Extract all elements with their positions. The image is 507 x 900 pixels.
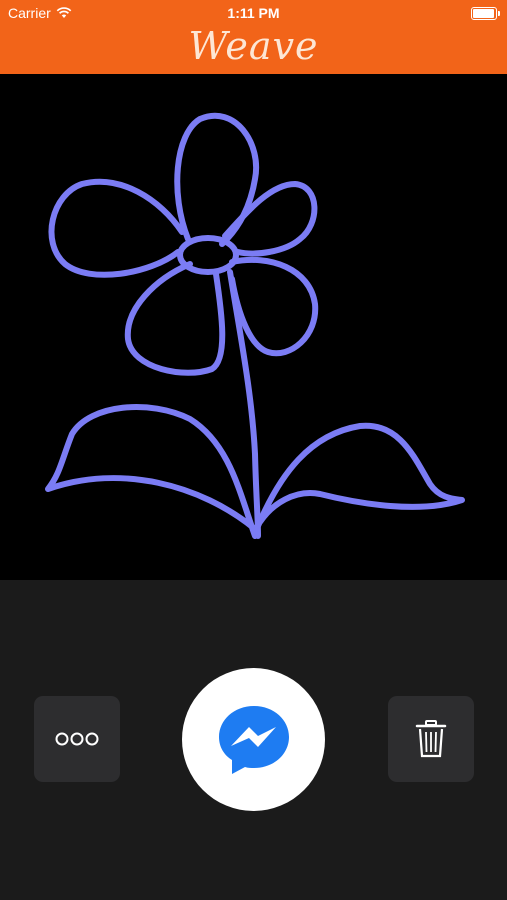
petal-stroke [229,256,319,357]
petal-stroke [124,261,226,376]
petal-stroke [222,181,318,257]
battery-icon [471,7,500,20]
more-dots-icon [55,732,99,746]
clock: 1:11 PM [227,5,280,21]
flower-center-stroke [177,235,239,275]
trash-icon [415,720,447,758]
app-title: Weave [188,24,319,68]
drawing-canvas[interactable] [0,74,507,580]
send-to-messenger-button[interactable] [182,668,325,811]
petal-stroke [48,178,185,278]
leaf-stroke [45,404,258,539]
more-button[interactable] [34,696,120,782]
bottom-toolbar [0,580,507,900]
leaf-stroke [255,422,465,529]
petal-stroke [174,112,260,247]
battery-level [473,9,494,18]
flower-drawing [45,112,465,539]
delete-button[interactable] [388,696,474,782]
messenger-icon [218,705,289,774]
app-header: Carrier 1:11 PM Weave [0,0,507,74]
